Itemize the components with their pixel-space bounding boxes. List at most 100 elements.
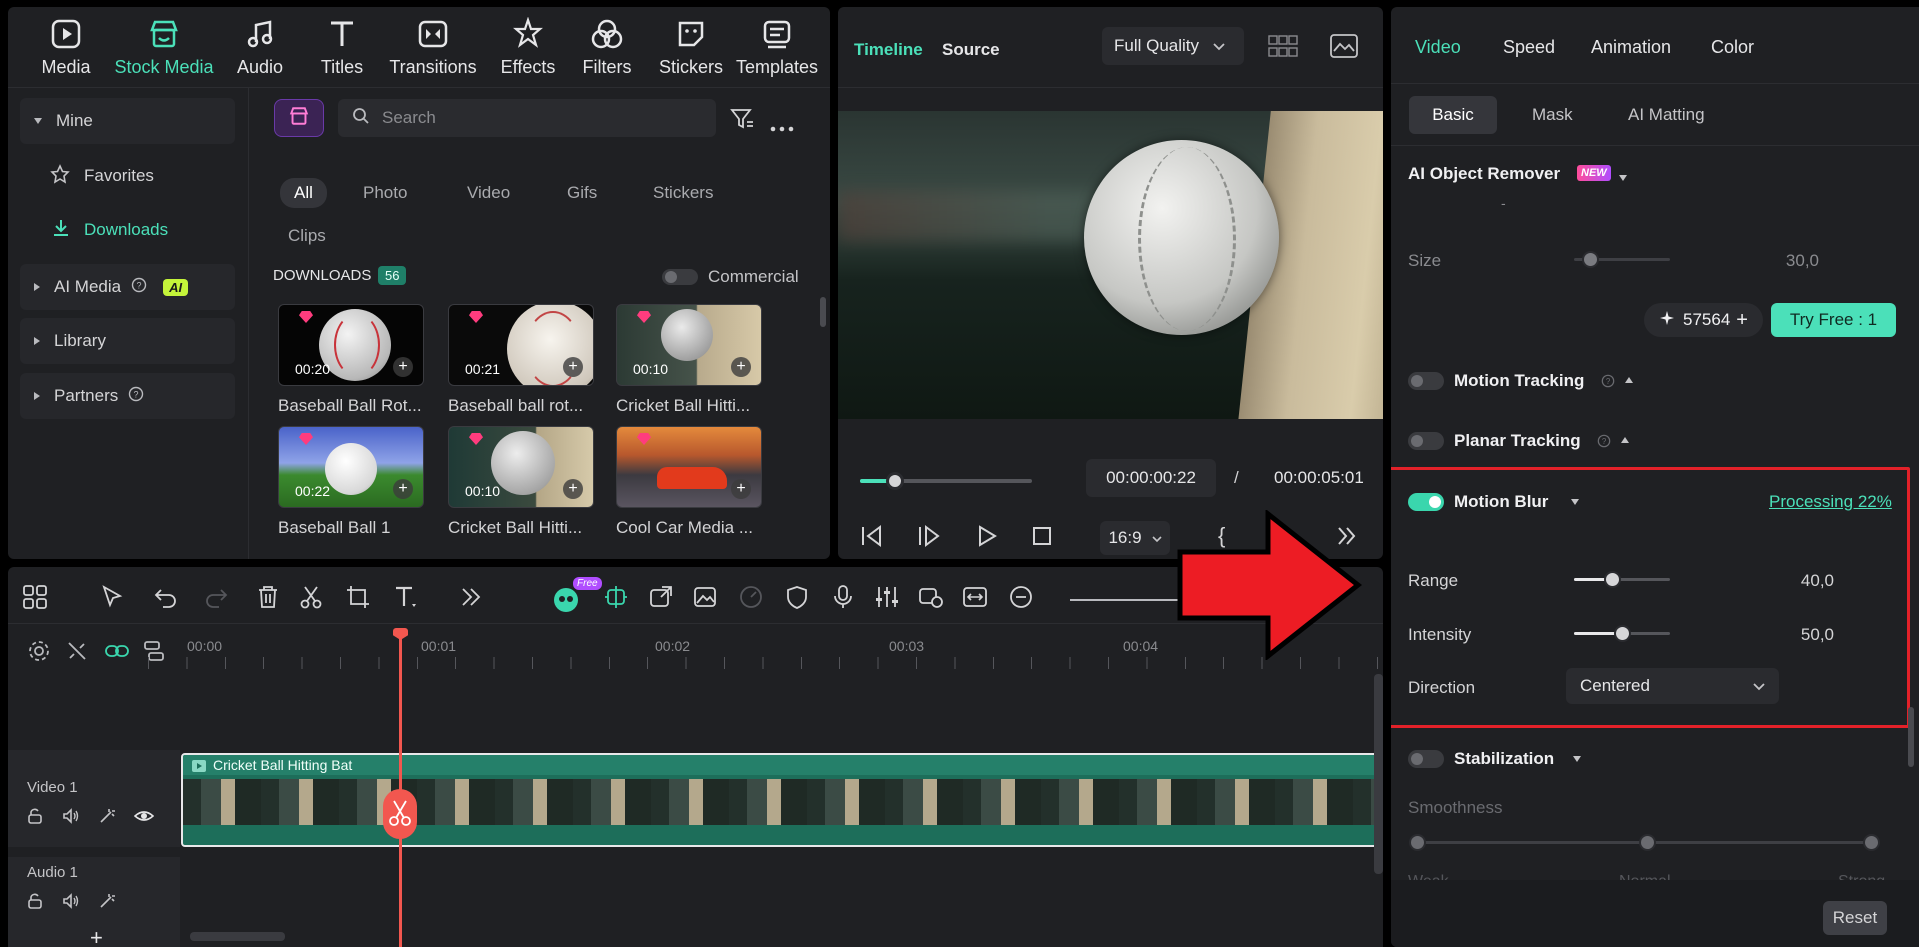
- subtab-basic[interactable]: Basic: [1409, 96, 1497, 134]
- tab-timeline[interactable]: Timeline: [854, 40, 923, 60]
- try-free-button[interactable]: Try Free : 1: [1771, 303, 1896, 337]
- playhead-handle[interactable]: [393, 628, 408, 640]
- eye-icon[interactable]: [133, 807, 155, 830]
- help-icon[interactable]: ?: [1597, 433, 1611, 453]
- export-clip-icon[interactable]: [648, 584, 678, 614]
- scrollbar[interactable]: [820, 297, 826, 327]
- add-icon[interactable]: +: [563, 479, 583, 499]
- commercial-toggle[interactable]: [662, 269, 698, 285]
- sidebar-item-partners[interactable]: Partners ?: [20, 373, 235, 419]
- link-icon[interactable]: [104, 640, 130, 667]
- add-icon[interactable]: +: [393, 479, 413, 499]
- help-icon[interactable]: ?: [1601, 373, 1615, 393]
- grid-view-icon[interactable]: [1268, 35, 1298, 62]
- credits-button[interactable]: 57564 +: [1644, 303, 1763, 337]
- add-icon[interactable]: +: [731, 357, 751, 377]
- media-thumb[interactable]: 00:20 +: [278, 304, 424, 386]
- settings-icon[interactable]: [28, 640, 50, 667]
- play-icon[interactable]: [976, 525, 998, 552]
- current-time[interactable]: 00:00:00:22: [1086, 459, 1216, 497]
- media-thumb[interactable]: +: [616, 426, 762, 508]
- timeline-h-scrollbar[interactable]: [190, 932, 285, 941]
- subtab-ai-matting[interactable]: AI Matting: [1628, 105, 1705, 125]
- filter-clips[interactable]: Clips: [288, 226, 326, 246]
- lock-icon[interactable]: [26, 807, 44, 830]
- motion-tracking-toggle[interactable]: [1408, 372, 1444, 390]
- unlink-icon[interactable]: [66, 640, 88, 667]
- media-thumb[interactable]: 00:21 +: [448, 304, 594, 386]
- size-slider[interactable]: [1574, 251, 1670, 268]
- tab-templates[interactable]: Templates: [730, 17, 824, 78]
- tab-stickers[interactable]: Stickers: [655, 17, 727, 78]
- microphone-icon[interactable]: [830, 584, 860, 614]
- zoom-out-icon[interactable]: [1008, 584, 1038, 614]
- image-snapshot-icon[interactable]: [1330, 34, 1358, 63]
- ai-stock-button[interactable]: [274, 99, 324, 137]
- undo-icon[interactable]: [153, 584, 183, 614]
- add-icon[interactable]: +: [563, 357, 583, 377]
- media-thumb[interactable]: 00:22 +: [278, 426, 424, 508]
- reset-button[interactable]: Reset: [1823, 901, 1887, 935]
- filter-stickers[interactable]: Stickers: [653, 183, 713, 203]
- tab-speed[interactable]: Speed: [1503, 37, 1555, 58]
- video-clip[interactable]: Cricket Ball Hitting Bat: [181, 753, 1383, 847]
- timeline-v-scrollbar[interactable]: [1374, 674, 1383, 874]
- quality-dropdown[interactable]: Full Quality: [1102, 27, 1244, 65]
- filter-all[interactable]: All: [280, 178, 327, 208]
- stop-icon[interactable]: [1033, 527, 1051, 550]
- crop-icon[interactable]: [345, 584, 375, 614]
- effects-wand-icon[interactable]: [98, 807, 116, 830]
- filter-video[interactable]: Video: [467, 183, 510, 203]
- filter-icon[interactable]: [730, 108, 754, 135]
- filter-photo[interactable]: Photo: [363, 183, 407, 203]
- tab-filters[interactable]: Filters: [571, 17, 643, 78]
- collapse-caret-icon[interactable]: [1621, 437, 1629, 443]
- audio-mixer-icon[interactable]: [874, 584, 904, 614]
- expand-caret-icon[interactable]: [1619, 175, 1627, 181]
- add-icon[interactable]: +: [393, 357, 413, 377]
- subtab-mask[interactable]: Mask: [1532, 105, 1573, 125]
- tab-video[interactable]: Video: [1415, 37, 1461, 58]
- split-scissors-icon[interactable]: [298, 584, 328, 614]
- speed-ramp-icon[interactable]: [738, 584, 768, 614]
- search-input[interactable]: Search: [338, 99, 716, 137]
- tab-color[interactable]: Color: [1711, 37, 1754, 58]
- shield-mask-icon[interactable]: [784, 584, 814, 614]
- sidebar-item-downloads[interactable]: Downloads: [20, 207, 235, 253]
- layout-grid-icon[interactable]: [22, 584, 52, 614]
- volume-icon[interactable]: [62, 807, 80, 830]
- stabilization-toggle[interactable]: [1408, 750, 1444, 768]
- planar-tracking-toggle[interactable]: [1408, 432, 1444, 450]
- add-icon[interactable]: +: [731, 479, 751, 499]
- select-tool-icon[interactable]: [100, 584, 130, 614]
- tab-effects[interactable]: Effects: [492, 17, 564, 78]
- tab-stock-media[interactable]: Stock Media: [108, 17, 220, 78]
- help-icon[interactable]: ?: [128, 386, 144, 407]
- aspect-ratio-dropdown[interactable]: 16:9: [1100, 521, 1170, 555]
- collapse-caret-icon[interactable]: [1625, 377, 1633, 383]
- media-thumb[interactable]: 00:10 +: [616, 304, 762, 386]
- text-tool-icon[interactable]: [393, 584, 423, 614]
- more-options-icon[interactable]: [770, 117, 794, 137]
- tab-audio[interactable]: Audio: [224, 17, 296, 78]
- volume-icon[interactable]: [62, 892, 80, 915]
- tab-transitions[interactable]: Transitions: [378, 17, 488, 78]
- scrollbar[interactable]: [1908, 707, 1914, 767]
- filter-gifs[interactable]: Gifs: [567, 183, 597, 203]
- sidebar-item-favorites[interactable]: Favorites: [20, 153, 235, 199]
- delete-icon[interactable]: [255, 584, 285, 614]
- lock-icon[interactable]: [26, 892, 44, 915]
- image-edit-icon[interactable]: [692, 584, 722, 614]
- playback-scrubber[interactable]: [860, 472, 1032, 490]
- expand-caret-icon[interactable]: [1573, 756, 1581, 762]
- fit-width-icon[interactable]: [962, 584, 992, 614]
- tab-animation[interactable]: Animation: [1591, 37, 1671, 58]
- tab-source[interactable]: Source: [942, 40, 1000, 60]
- redo-icon[interactable]: [203, 584, 233, 614]
- tab-titles[interactable]: Titles: [306, 17, 378, 78]
- sidebar-item-mine[interactable]: Mine: [20, 98, 235, 144]
- add-track-icon[interactable]: +: [90, 925, 103, 947]
- effects-wand-icon[interactable]: [98, 892, 116, 915]
- auto-sync-icon[interactable]: [603, 584, 633, 614]
- split-marker[interactable]: [383, 789, 417, 839]
